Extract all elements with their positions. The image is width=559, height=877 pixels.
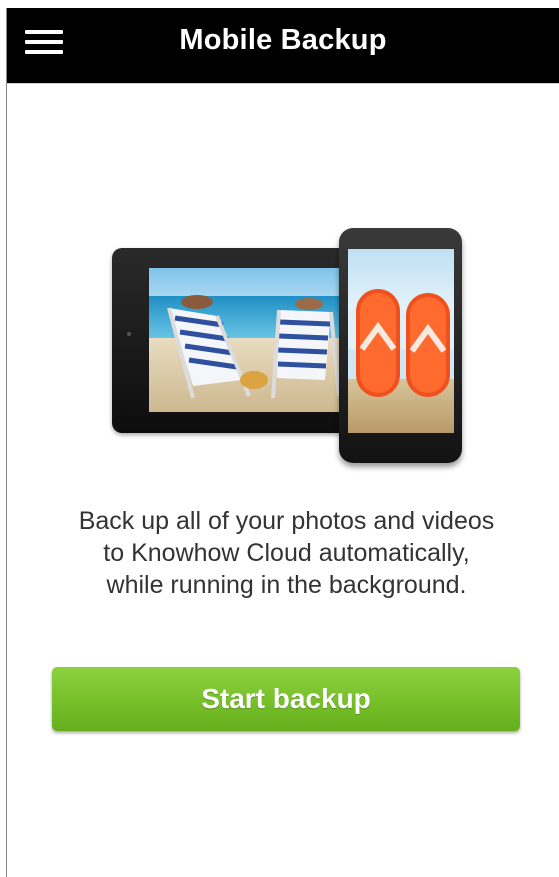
flip-flops-photo (348, 249, 454, 433)
page-title: Mobile Backup (179, 24, 387, 56)
description-line-3: while running in the background. (106, 571, 467, 599)
beach-chairs-photo (149, 268, 371, 412)
start-backup-button[interactable]: Start backup (52, 667, 520, 731)
tablet-camera (127, 332, 131, 336)
devices-illustration (102, 218, 482, 468)
tablet-image (112, 248, 377, 433)
backup-description: Back up all of your photos and videos to… (7, 505, 559, 601)
phone-image (339, 228, 462, 463)
description-line-1: Back up all of your photos and videos (78, 507, 495, 535)
app-header: Mobile Backup (7, 8, 559, 84)
description-line-2: to Knowhow Cloud automatically, (103, 539, 470, 567)
app-screen: Mobile Backup Back up all of your photos… (6, 8, 559, 877)
